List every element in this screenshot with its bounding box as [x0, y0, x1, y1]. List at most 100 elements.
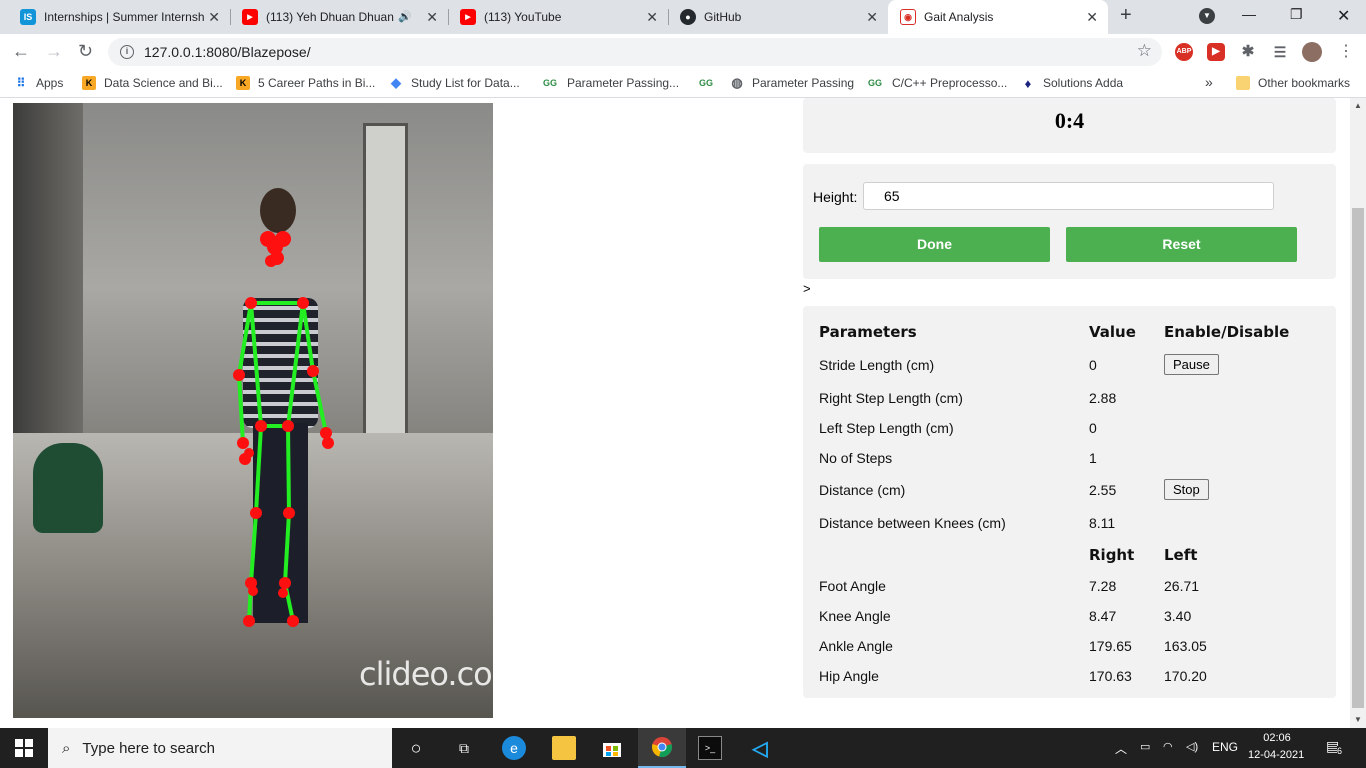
internshala-icon: IS: [20, 9, 36, 25]
profile-avatar[interactable]: [1302, 42, 1322, 62]
tab-title: GitHub: [704, 10, 742, 24]
bookmark-career-paths[interactable]: K 5 Career Paths in Bi...: [236, 76, 375, 90]
window-close-icon[interactable]: ✕: [1337, 6, 1350, 26]
scrollbar-thumb[interactable]: [1352, 208, 1364, 708]
skeleton-bones: [237, 301, 328, 622]
param-value: 0: [1089, 357, 1097, 373]
audio-playing-icon[interactable]: 🔊: [398, 10, 412, 23]
reading-list-icon[interactable]: ☰: [1271, 43, 1289, 61]
tab-github[interactable]: ● GitHub ✕: [668, 0, 888, 34]
reset-button[interactable]: Reset: [1066, 227, 1297, 262]
bookmark-label: C/C++ Preprocesso...: [892, 76, 1008, 90]
bookmark-data-science[interactable]: K Data Science and Bi...: [82, 76, 223, 90]
extensions-puzzle-icon[interactable]: ✱: [1239, 43, 1257, 61]
close-tab-icon[interactable]: ✕: [1086, 9, 1098, 26]
cortana-icon[interactable]: ○: [404, 736, 428, 760]
bookmark-parameter-passing[interactable]: ◍ Parameter Passing: [730, 75, 855, 90]
pose-video-feed: clideo.com: [13, 103, 493, 718]
clock-time[interactable]: 02:06: [1254, 732, 1300, 744]
taskbar-search-box[interactable]: ⌕ Type here to search: [48, 728, 392, 768]
more-bookmarks-chevron-icon[interactable]: »: [1205, 74, 1213, 90]
volume-icon[interactable]: ◁): [1186, 740, 1198, 753]
scroll-down-arrow-icon[interactable]: ▼: [1354, 715, 1362, 724]
vscode-icon[interactable]: ◁: [748, 736, 772, 760]
site-info-icon[interactable]: i: [120, 45, 134, 59]
bookmark-gfg[interactable]: GG: [697, 76, 723, 90]
microsoft-store-icon[interactable]: [600, 736, 624, 760]
stop-button[interactable]: Stop: [1164, 479, 1209, 500]
close-tab-icon[interactable]: ✕: [426, 9, 438, 26]
angle-left-value: 26.71: [1164, 578, 1200, 594]
stray-text: >: [803, 281, 811, 296]
tab-title: (113) YouTube: [484, 10, 562, 24]
bookmark-label: Parameter Passing: [752, 76, 855, 90]
geeksforgeeks-icon: GG: [698, 78, 713, 88]
height-label: Height:: [813, 189, 858, 205]
height-input[interactable]: 65: [863, 182, 1274, 210]
bookmark-parameter-passing-gfg[interactable]: GG Parameter Passing...: [541, 76, 679, 90]
close-tab-icon[interactable]: ✕: [208, 9, 220, 26]
chrome-icon[interactable]: [638, 728, 686, 768]
pause-button[interactable]: Pause: [1164, 354, 1219, 375]
angle-left-value: 163.05: [1164, 638, 1207, 654]
param-label: Distance between Knees (cm): [819, 515, 1006, 531]
apps-grid-icon: ⠿: [16, 76, 26, 90]
browser-toolbar: ← → ↻ i 127.0.0.1:8080/Blazepose/ ☆ ABP …: [0, 34, 1366, 70]
bookmark-study-list[interactable]: ◆ Study List for Data...: [389, 75, 520, 90]
bookmark-solutions-adda[interactable]: ♦ Solutions Adda: [1021, 75, 1123, 91]
wifi-icon[interactable]: ◠: [1163, 740, 1173, 753]
forward-arrow-icon[interactable]: →: [45, 41, 63, 62]
parameters-header: Parameters: [819, 323, 917, 341]
tab-internships[interactable]: IS Internships | Summer Internsh ✕: [8, 0, 230, 34]
restore-icon[interactable]: ❐: [1290, 6, 1303, 23]
bookmark-preprocessor[interactable]: GG C/C++ Preprocesso...: [866, 76, 1007, 90]
close-tab-icon[interactable]: ✕: [646, 9, 658, 26]
scroll-up-arrow-icon[interactable]: ▲: [1354, 101, 1362, 110]
close-tab-icon[interactable]: ✕: [866, 9, 878, 26]
value-header: Value: [1089, 323, 1136, 341]
bookmark-other[interactable]: Other bookmarks: [1236, 76, 1350, 90]
param-label: Right Step Length (cm): [819, 390, 963, 406]
globe-icon: ◍: [731, 75, 743, 90]
page-viewport: clideo.com 0:4 Height: 65 Done Reset > P…: [0, 98, 1350, 728]
adblock-plus-icon[interactable]: ABP: [1175, 43, 1193, 61]
bookmark-apps[interactable]: ⠿ Apps: [14, 76, 64, 90]
done-button[interactable]: Done: [819, 227, 1050, 262]
battery-icon[interactable]: ▭: [1140, 740, 1150, 753]
page-scrollbar[interactable]: ▲ ▼: [1350, 98, 1366, 728]
windows-start-icon[interactable]: [12, 736, 36, 760]
url-text[interactable]: 127.0.0.1:8080/Blazepose/: [144, 44, 311, 60]
task-view-icon[interactable]: ⧉: [452, 736, 476, 760]
tab-search-icon[interactable]: ▼: [1199, 8, 1215, 24]
k-icon: K: [82, 76, 96, 90]
param-value: 2.88: [1089, 390, 1117, 406]
edge-icon[interactable]: e: [502, 736, 526, 760]
enable-disable-header: Enable/Disable: [1164, 323, 1290, 341]
language-indicator[interactable]: ENG: [1212, 740, 1238, 754]
clock-date[interactable]: 12-04-2021: [1248, 749, 1304, 761]
tray-chevron-icon[interactable]: ︿: [1115, 740, 1127, 757]
solutions-adda-icon: ♦: [1024, 75, 1032, 91]
minimize-icon[interactable]: —: [1242, 6, 1256, 22]
video-watermark: clideo.com: [359, 655, 493, 693]
right-header: Right: [1089, 546, 1135, 564]
angle-label: Ankle Angle: [819, 638, 893, 654]
tab-youtube[interactable]: ▶ (113) YouTube ✕: [448, 0, 668, 34]
search-icon: ⌕: [62, 739, 71, 757]
bookmark-star-icon[interactable]: ☆: [1137, 41, 1152, 61]
terminal-icon[interactable]: >_: [698, 736, 722, 760]
angle-label: Knee Angle: [819, 608, 891, 624]
height-panel: Height: 65 Done Reset: [803, 164, 1336, 279]
reload-icon[interactable]: ↻: [78, 41, 93, 62]
back-arrow-icon[interactable]: ←: [12, 41, 30, 62]
file-explorer-icon[interactable]: [552, 736, 576, 760]
new-tab-button[interactable]: +: [1120, 4, 1132, 27]
tab-gait-analysis[interactable]: ◉ Gait Analysis ✕: [888, 0, 1108, 34]
param-label: Stride Length (cm): [819, 357, 935, 373]
tab-yeh-dhuan[interactable]: ▶ (113) Yeh Dhuan Dhuan [ 🔊 ✕: [230, 0, 448, 34]
more-menu-icon[interactable]: ⋮: [1338, 41, 1354, 61]
video-extension-icon[interactable]: ▶: [1207, 43, 1225, 61]
param-label: No of Steps: [819, 450, 893, 466]
angle-right-value: 8.47: [1089, 608, 1117, 624]
address-bar[interactable]: i 127.0.0.1:8080/Blazepose/ ☆: [108, 38, 1162, 66]
